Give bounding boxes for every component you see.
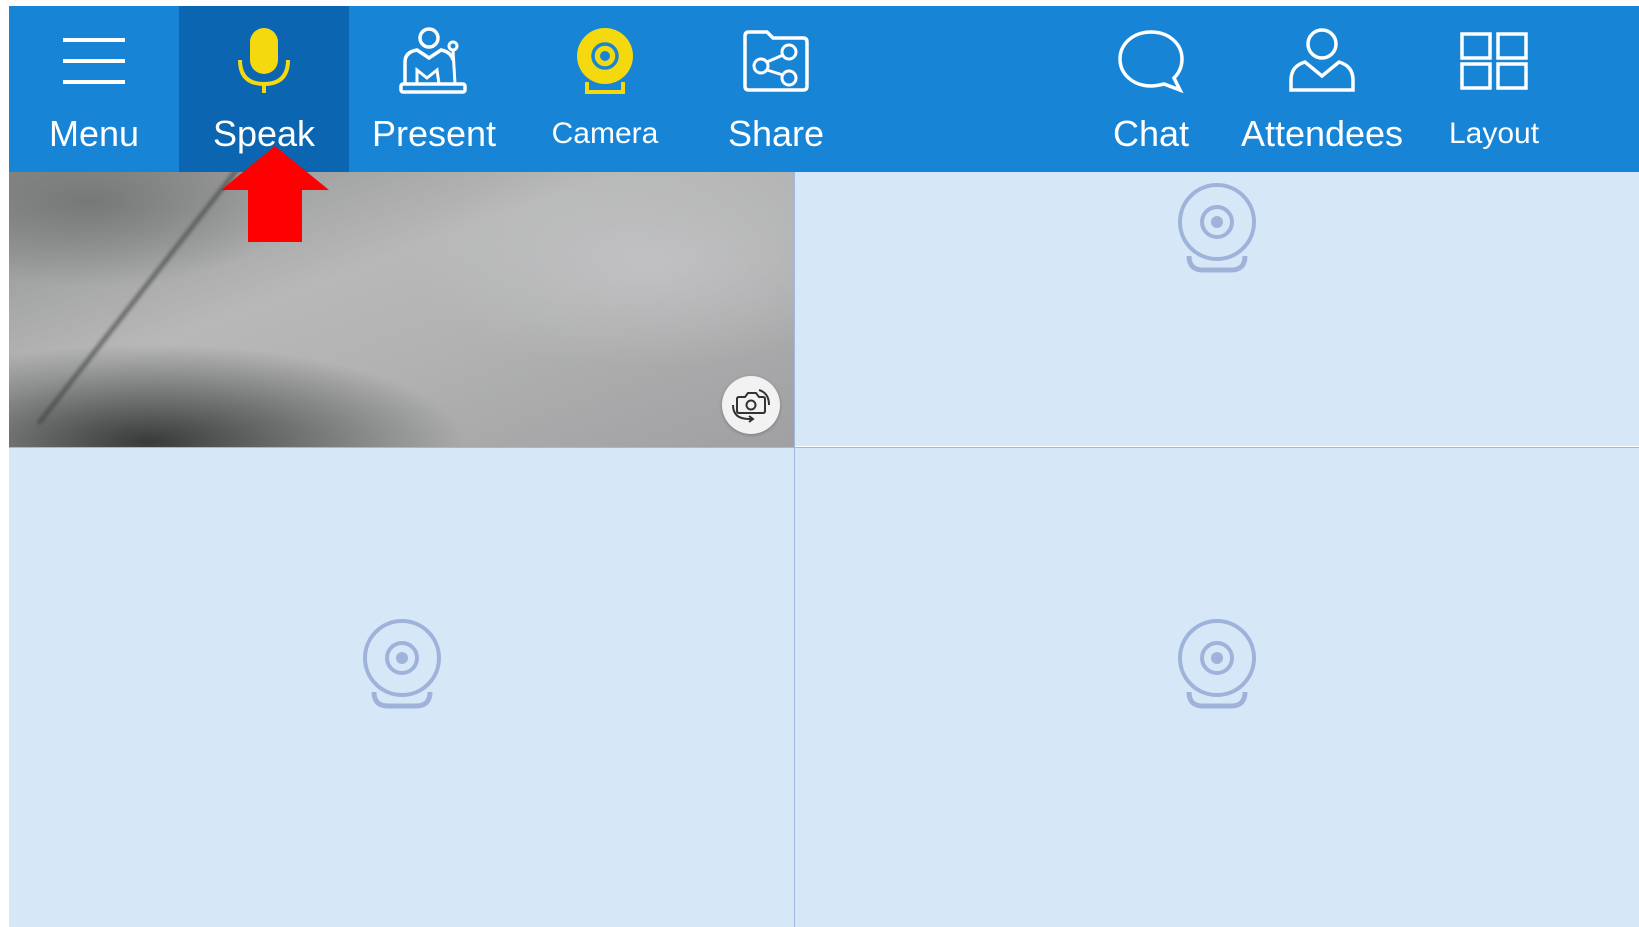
microphone-icon (179, 6, 349, 116)
layout-label: Layout (1448, 117, 1540, 150)
chat-bubble-icon (1066, 6, 1236, 116)
present-label: Present (371, 113, 497, 154)
chat-label: Chat (1112, 113, 1190, 154)
grid-divider (794, 447, 1639, 448)
presenter-icon (349, 6, 519, 116)
camera-feed (35, 172, 244, 426)
menu-button[interactable]: Menu (9, 6, 179, 172)
share-folder-icon (691, 6, 861, 116)
attendees-button[interactable]: Attendees (1236, 6, 1408, 172)
grid-layout-icon (1408, 6, 1580, 116)
share-button[interactable]: Share (691, 6, 861, 172)
switch-camera-icon (732, 389, 770, 423)
webcam-icon (519, 6, 691, 116)
video-tile-empty (795, 448, 1639, 927)
attendees-label: Attendees (1240, 113, 1404, 154)
share-label: Share (727, 113, 825, 154)
hamburger-menu-icon (9, 6, 179, 116)
webcam-placeholder-icon (1178, 183, 1256, 273)
red-up-arrow-icon (221, 146, 329, 242)
attendee-person-icon (1236, 6, 1408, 116)
local-video-tile (9, 172, 794, 447)
grid-divider (794, 172, 795, 927)
menu-label: Menu (48, 113, 140, 154)
video-tile-empty (795, 172, 1639, 446)
webcam-placeholder-icon (1178, 618, 1256, 708)
switch-camera-button[interactable] (722, 376, 780, 434)
camera-label: Camera (551, 117, 659, 150)
video-tile-empty (9, 448, 794, 927)
layout-button[interactable]: Layout (1408, 6, 1580, 172)
camera-button[interactable]: Camera (519, 6, 691, 172)
present-button[interactable]: Present (349, 6, 519, 172)
video-grid (9, 172, 1639, 927)
meeting-window: Menu Speak Present Camera Share Chat Att… (9, 6, 1639, 927)
chat-button[interactable]: Chat (1066, 6, 1236, 172)
webcam-placeholder-icon (362, 618, 441, 708)
grid-divider (9, 447, 794, 448)
